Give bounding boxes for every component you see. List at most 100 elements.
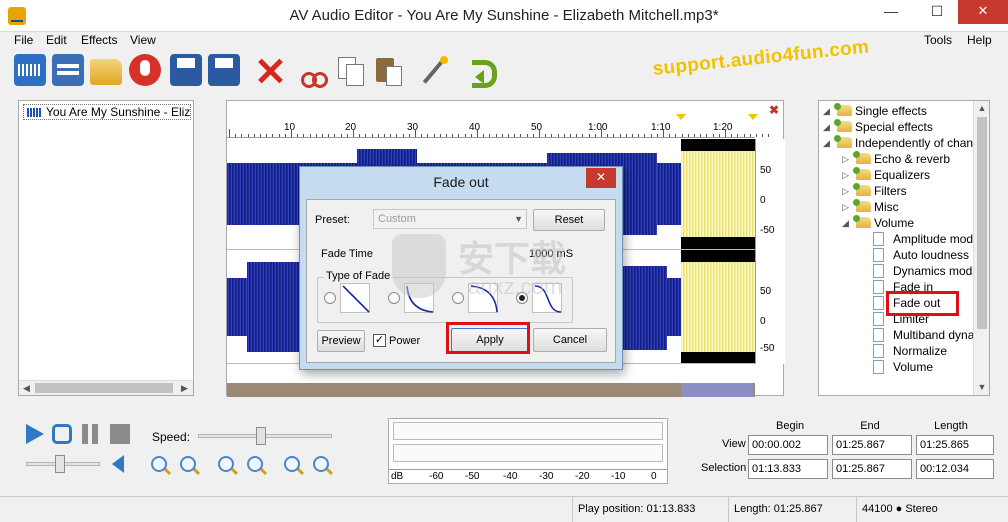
new-wave-icon[interactable] <box>14 54 46 86</box>
selection-length-field[interactable]: 00:12.034 <box>916 459 994 479</box>
ruler-tick <box>625 134 627 137</box>
time-ruler[interactable]: 10 20 30 40 50 1:00 1:10 1:20 <box>227 120 770 138</box>
ruler-tick <box>632 134 633 137</box>
zoom-selection-icon[interactable] <box>218 456 234 472</box>
open-folder-icon[interactable] <box>90 59 122 85</box>
file-list-item[interactable]: You Are My Sunshine - Elizabeth Mitchell… <box>23 104 191 120</box>
record-icon[interactable] <box>129 54 161 86</box>
meter-left-bar <box>393 422 663 440</box>
selection-begin-field[interactable]: 01:13.833 <box>748 459 828 479</box>
speaker-icon[interactable] <box>112 455 124 473</box>
effects-wand-icon[interactable] <box>418 54 450 86</box>
zoom-reset-icon[interactable] <box>313 456 329 472</box>
dialog-close-button[interactable]: ✕ <box>586 168 616 188</box>
ruler-tick <box>737 134 739 137</box>
ruler-tick <box>563 134 565 137</box>
overview-selection[interactable] <box>681 383 753 397</box>
view-begin-field[interactable]: 00:00.002 <box>748 435 828 455</box>
scroll-thumb[interactable] <box>35 383 173 393</box>
cancel-button[interactable]: Cancel <box>533 328 607 352</box>
effect-doc-icon <box>873 344 884 358</box>
close-button[interactable]: ✕ <box>958 0 1008 24</box>
speed-slider-thumb[interactable] <box>256 427 267 445</box>
reset-button[interactable]: Reset <box>533 209 605 231</box>
expand-arrow-icon[interactable]: ▷ <box>842 151 852 167</box>
view-end-field[interactable]: 01:25.867 <box>832 435 912 455</box>
menu-view[interactable]: View <box>130 33 156 47</box>
expand-arrow-icon[interactable]: ◢ <box>823 119 833 135</box>
selection-end-field[interactable]: 01:25.867 <box>832 459 912 479</box>
expand-arrow-icon[interactable]: ◢ <box>842 215 852 231</box>
play-icon[interactable] <box>26 424 44 444</box>
zoom-fit-icon[interactable] <box>247 456 263 472</box>
expand-arrow-icon[interactable]: ▷ <box>842 199 852 215</box>
effect-doc-icon <box>873 248 884 262</box>
minimize-button[interactable]: — <box>868 0 914 24</box>
scroll-thumb[interactable] <box>977 117 987 329</box>
overview-bar[interactable] <box>227 383 755 397</box>
power-label: Power <box>389 335 421 347</box>
preset-select[interactable]: Custom ▼ <box>373 209 527 229</box>
zoom-all-icon[interactable] <box>284 456 300 472</box>
zoom-out-icon[interactable] <box>180 456 196 472</box>
tree-item-label: Filters <box>874 184 907 198</box>
expand-arrow-icon[interactable]: ◢ <box>823 135 833 151</box>
menu-help[interactable]: Help <box>967 33 992 47</box>
fade-curve-logarithmic-icon[interactable] <box>404 283 434 313</box>
undo-icon[interactable] <box>466 54 498 88</box>
scroll-left-icon[interactable]: ◀ <box>19 381 34 396</box>
fade-type-radio-logarithmic[interactable] <box>388 292 400 304</box>
close-waveform-icon[interactable]: ✖ <box>769 103 779 117</box>
expand-arrow-icon[interactable]: ▷ <box>842 167 852 183</box>
preview-button[interactable]: Preview <box>317 330 365 352</box>
pause-icon[interactable] <box>80 424 100 444</box>
zoom-in-icon[interactable] <box>151 456 167 472</box>
title-bar: AV Audio Editor - You Are My Sunshine - … <box>0 0 1008 32</box>
scroll-right-icon[interactable]: ▶ <box>177 381 192 396</box>
effect-doc-icon <box>873 280 884 294</box>
cut-icon[interactable] <box>295 54 328 88</box>
copy-icon[interactable] <box>334 54 366 86</box>
open-card-icon[interactable] <box>52 54 84 86</box>
length-header: Length <box>934 420 968 432</box>
expand-arrow-icon[interactable]: ◢ <box>823 103 833 119</box>
menu-edit[interactable]: Edit <box>46 33 67 47</box>
ruler-tick <box>458 134 460 137</box>
tree-vscroll[interactable]: ▲ ▼ <box>973 101 989 395</box>
menu-file[interactable]: File <box>14 33 33 47</box>
ruler-tick <box>415 129 416 137</box>
delete-icon[interactable] <box>254 54 286 86</box>
status-format: 44100 ● Stereo <box>856 497 1006 522</box>
ruler-tick <box>390 134 392 137</box>
paste-icon[interactable] <box>372 54 404 86</box>
volume-slider-thumb[interactable] <box>54 455 65 473</box>
ruler-tick <box>253 134 255 137</box>
scroll-up-icon[interactable]: ▲ <box>974 101 989 116</box>
save-as-icon[interactable] <box>208 54 240 86</box>
scroll-down-icon[interactable]: ▼ <box>974 380 989 395</box>
loop-icon[interactable] <box>52 424 72 444</box>
ruler-tick <box>408 134 410 137</box>
fade-curve-exponential-icon[interactable] <box>468 283 498 313</box>
expand-arrow-icon[interactable]: ▷ <box>842 183 852 199</box>
power-checkbox[interactable]: ✓ <box>373 334 386 347</box>
fade-type-radio-linear[interactable] <box>324 292 336 304</box>
fade-type-radio-exponential[interactable] <box>452 292 464 304</box>
tree-item-label: Single effects <box>855 104 927 118</box>
tree-item-label: Independently of channels <box>855 136 990 150</box>
effect-doc-icon <box>873 264 884 278</box>
view-length-field[interactable]: 01:25.865 <box>916 435 994 455</box>
ruler-tick <box>663 129 664 137</box>
menu-tools[interactable]: Tools <box>924 33 952 47</box>
fade-type-radio-s-curve[interactable] <box>516 292 528 304</box>
stop-icon[interactable] <box>110 424 130 444</box>
fade-curve-s-curve-icon[interactable] <box>532 283 562 313</box>
file-list-hscroll[interactable]: ◀ ▶ <box>19 380 193 395</box>
menu-effects[interactable]: Effects <box>81 33 117 47</box>
save-icon[interactable] <box>170 54 202 86</box>
ruler-tick <box>439 134 441 137</box>
ruler-tick <box>570 134 571 137</box>
fade-curve-linear-icon[interactable] <box>340 283 370 313</box>
maximize-button[interactable]: ☐ <box>914 0 960 24</box>
meter-scale-label: -30 <box>539 471 554 482</box>
